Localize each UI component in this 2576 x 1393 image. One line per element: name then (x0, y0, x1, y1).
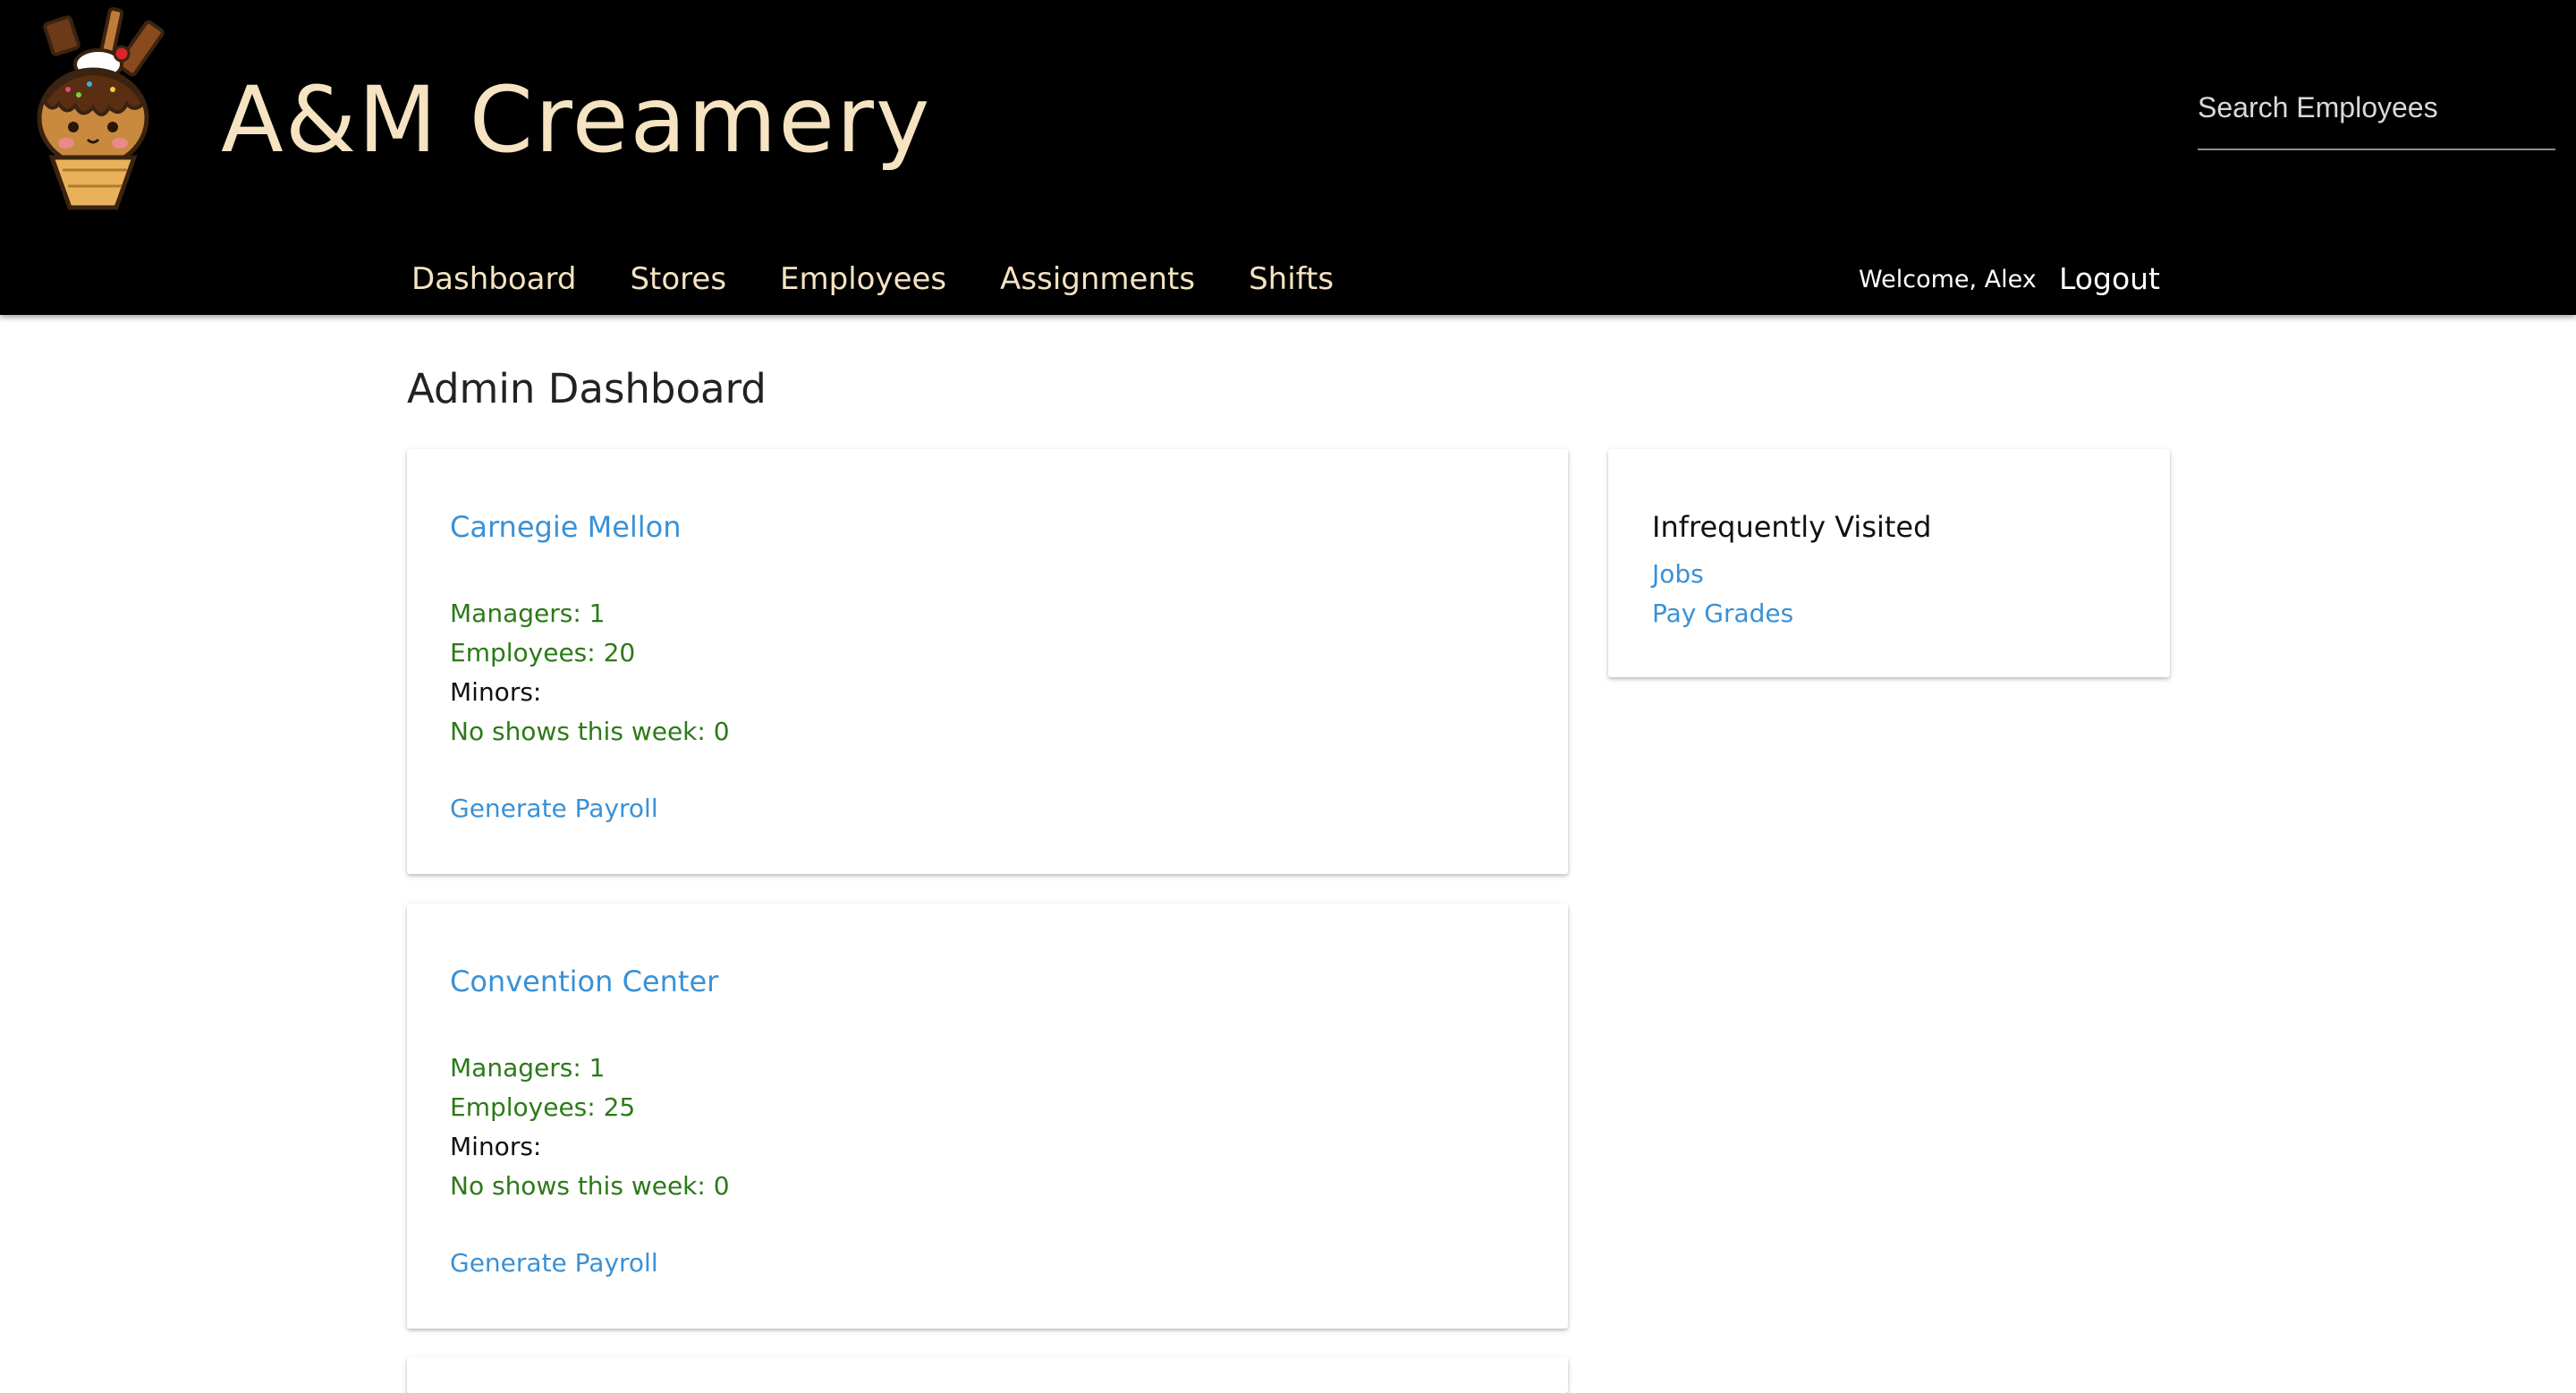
employees-count: Employees: 20 (450, 638, 636, 667)
managers-count: Managers: 1 (450, 599, 606, 628)
minors-count: Minors: (450, 1132, 542, 1161)
infrequently-visited-card: Infrequently Visited Jobs Pay Grades (1608, 449, 2170, 677)
minors-count: Minors: (450, 677, 542, 707)
no-shows-count: No shows this week: 0 (450, 1171, 730, 1201)
pay-grades-link[interactable]: Pay Grades (1652, 594, 1793, 633)
store-name-link[interactable]: Convention Center (450, 957, 718, 1006)
nav-employees[interactable]: Employees (780, 255, 946, 303)
search-bar (2198, 81, 2555, 150)
store-card: Carnegie Mellon Managers: 1 Employees: 2… (407, 449, 1568, 874)
store-card: Convention Center Managers: 1 Employees:… (407, 904, 1568, 1329)
nav-stores[interactable]: Stores (630, 255, 726, 303)
jobs-link[interactable]: Jobs (1652, 555, 1704, 594)
welcome-message: Welcome, Alex (1859, 266, 2037, 293)
brand-title[interactable]: A&M Creamery (221, 54, 931, 188)
infrequently-visited-title: Infrequently Visited (1652, 510, 1932, 544)
employees-count: Employees: 25 (450, 1092, 636, 1122)
top-header: A&M Creamery Dashboard Stores Employees … (0, 0, 2576, 315)
store-name-link[interactable]: Carnegie Mellon (450, 503, 682, 551)
search-employees-input[interactable] (2198, 81, 2555, 134)
store-card-partial (407, 1357, 1568, 1393)
generate-payroll-link[interactable]: Generate Payroll (450, 789, 658, 828)
logout-link[interactable]: Logout (2059, 255, 2160, 303)
nav-assignments[interactable]: Assignments (1000, 255, 1195, 303)
generate-payroll-link[interactable]: Generate Payroll (450, 1244, 658, 1283)
page-title: Admin Dashboard (407, 365, 767, 412)
main-nav: Dashboard Stores Employees Assignments S… (411, 255, 1387, 303)
nav-dashboard[interactable]: Dashboard (411, 255, 576, 303)
managers-count: Managers: 1 (450, 1053, 606, 1083)
ice-cream-sundae-logo-icon[interactable] (16, 4, 165, 211)
no-shows-count: No shows this week: 0 (450, 717, 730, 746)
nav-shifts[interactable]: Shifts (1249, 255, 1334, 303)
